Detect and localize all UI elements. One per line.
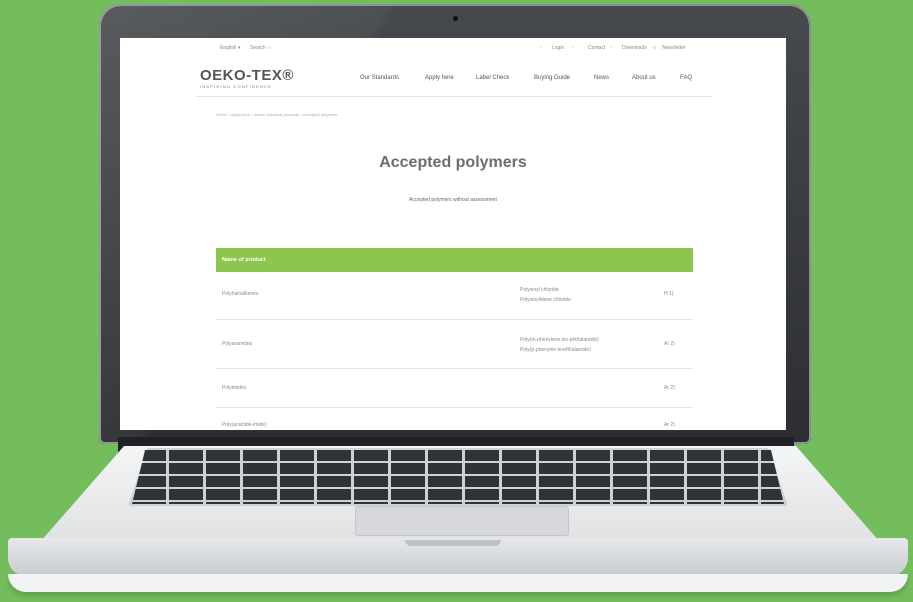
downloads-link[interactable]: Downloads [622,45,647,51]
table-row: Polyimides Ar 2) [216,369,693,408]
table-row: Polyaramides Poly(m-phenylene iso-phthal… [216,320,693,369]
laptop-bottom-lip [8,574,908,592]
nav-about-us[interactable]: About us [632,75,656,81]
product-item: Poly(p-phenylen terefthalamide) [520,347,591,353]
contact-link[interactable]: Contact [588,45,605,51]
nav-news[interactable]: News [594,75,609,81]
product-name: Polyaramides [222,341,253,347]
chevron-down-icon: ▾ [238,45,241,51]
product-item: Polyvinyl chloride [520,287,559,293]
page-subtitle: Accepted polymers without assessment [409,197,497,203]
newsletter-link[interactable]: Newsletter [662,45,686,51]
table-row: Polyhaloalkenes Polyvinyl chloride Polyv… [216,272,693,320]
lid-notch [405,540,501,546]
table-row: Poly(aramide-imide) Ar 2) [216,408,693,430]
utility-bar: English ▾ Search ○ ▫ Login ▫ Contact ▫ D… [120,38,786,58]
product-item: Polyvinylidene chloride [520,297,571,303]
search-icon: ○ [268,45,272,51]
nav-divider [196,96,712,97]
product-ref: Ar 2) [664,385,675,391]
product-item: Poly(m-phenylene iso-phthalamide) [520,337,599,343]
nav-label-check[interactable]: Label Check [476,75,509,81]
keyboard-keys [132,450,784,504]
downloads-icon: ▫ [610,45,612,51]
product-ref: Ar 2) [664,341,675,347]
nav-buying-guide[interactable]: Buying Guide [534,75,570,81]
product-name: Polyimides [222,385,247,391]
table-header: Name of product [216,248,693,272]
language-selector[interactable]: English [220,45,236,51]
trackpad [355,506,569,536]
oekotex-logo[interactable]: OEKO-TEX® [200,67,294,84]
product-ref: H 1) [664,291,674,297]
search-link[interactable]: Search [250,45,266,51]
nav-faq[interactable]: FAQ [680,75,692,81]
contact-icon: ▫ [572,45,574,51]
product-name: Polyhaloalkenes [222,291,259,297]
page-title: Accepted polymers [379,154,527,171]
newsletter-icon: ◁ [652,45,656,51]
nav-apply-here[interactable]: Apply here [425,75,454,81]
product-name: Poly(aramide-imide) [222,422,267,428]
login-link[interactable]: Login [552,45,564,51]
logo-tagline: INSPIRING CONFIDENCE [200,84,273,89]
nav-our-standards[interactable]: Our Standards [360,75,399,81]
product-ref: Ar 2) [664,422,675,428]
login-icon: ▫ [540,45,542,51]
breadcrumb[interactable]: Home > Apply here > Active chemical prod… [216,112,337,117]
laptop-screen: English ▾ Search ○ ▫ Login ▫ Contact ▫ D… [120,38,786,430]
column-name-of-product: Name of product [222,257,266,263]
